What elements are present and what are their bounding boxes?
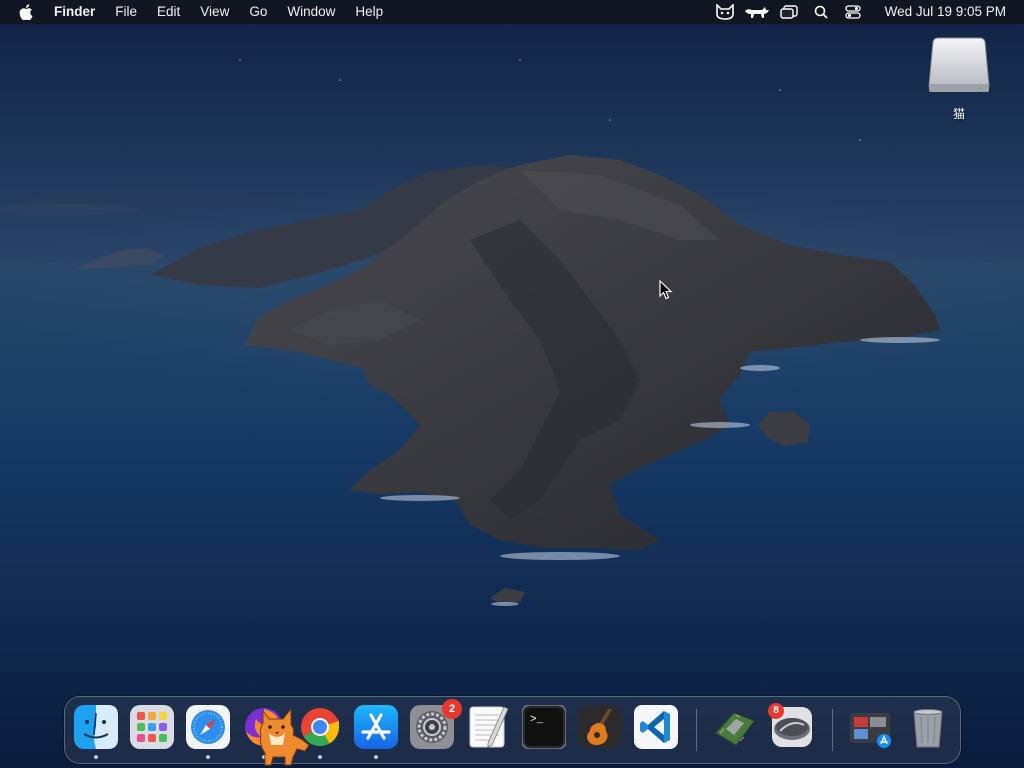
- cat-face-icon[interactable]: [711, 0, 739, 24]
- window-overview-icon[interactable]: [775, 0, 803, 24]
- menu-view[interactable]: View: [190, 0, 239, 24]
- garageband-icon[interactable]: [578, 705, 622, 749]
- menu-help[interactable]: Help: [345, 0, 393, 24]
- finder-icon[interactable]: [74, 705, 118, 749]
- desktop-disk-label: 猫: [952, 107, 965, 121]
- app-store-icon[interactable]: [354, 705, 398, 749]
- menu-bar: Finder File Edit View Go Window Help Wed…: [0, 0, 1024, 24]
- cpu-chip-icon[interactable]: [712, 705, 756, 749]
- external-disk-icon: [928, 37, 990, 92]
- menu-go[interactable]: Go: [239, 0, 277, 24]
- app-folder-icon[interactable]: [848, 705, 892, 749]
- notification-badge: 2: [442, 699, 462, 719]
- mouse-pointer-icon: [659, 280, 673, 300]
- menu-edit[interactable]: Edit: [147, 0, 190, 24]
- desktop-disk[interactable]: 猫: [925, 34, 993, 122]
- menu-file[interactable]: File: [105, 0, 147, 24]
- menu-window[interactable]: Window: [277, 0, 345, 24]
- menu-finder[interactable]: Finder: [44, 0, 105, 24]
- notification-badge: 8: [768, 703, 784, 719]
- menubar-clock[interactable]: Wed Jul 19 9:05 PM: [877, 0, 1014, 24]
- trash-icon[interactable]: [906, 705, 950, 749]
- fox-sprite-icon: [259, 707, 310, 766]
- dock: 2 >_ 8: [64, 696, 961, 766]
- cat-silhouette-icon[interactable]: [743, 0, 771, 24]
- launchpad-icon[interactable]: [130, 705, 174, 749]
- desktop-wallpaper: [0, 0, 1024, 768]
- search-icon[interactable]: [807, 0, 835, 24]
- system-preferences-icon[interactable]: 2: [410, 699, 462, 749]
- control-center-icon[interactable]: [839, 0, 867, 24]
- textedit-icon[interactable]: [466, 705, 510, 749]
- svg-text:>_: >_: [530, 714, 544, 726]
- virtualization-icon[interactable]: 8: [768, 703, 814, 749]
- vscode-icon[interactable]: [634, 705, 678, 749]
- terminal-icon[interactable]: >_: [522, 705, 566, 749]
- apple-menu-icon[interactable]: [0, 0, 44, 24]
- safari-icon[interactable]: [186, 705, 230, 749]
